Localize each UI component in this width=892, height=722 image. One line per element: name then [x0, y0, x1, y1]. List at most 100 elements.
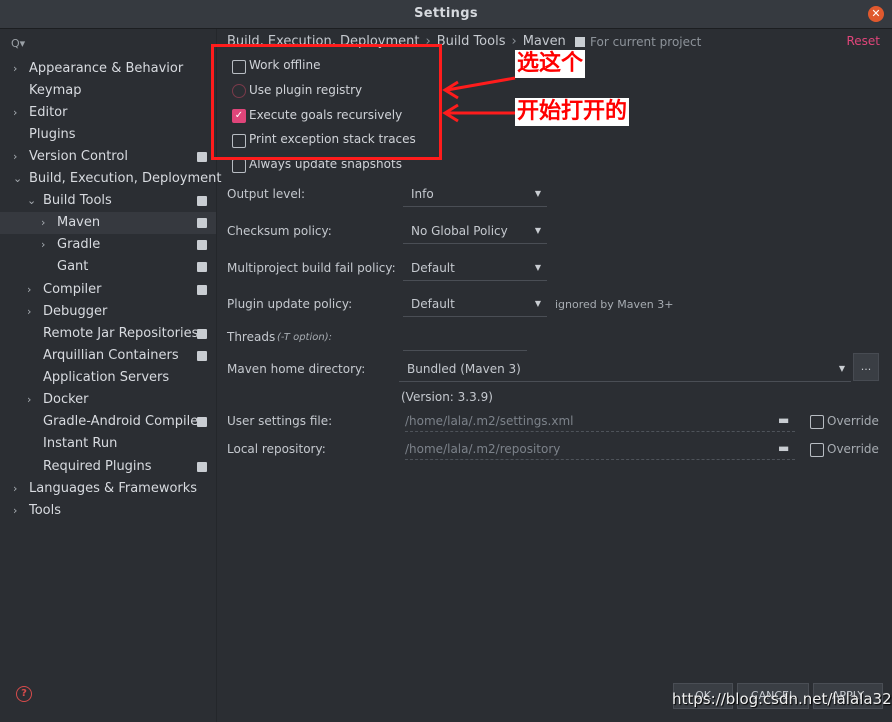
sidebar-item-maven[interactable]: › Maven — [0, 212, 216, 234]
sidebar-item-remote-jar-repositories[interactable]: Remote Jar Repositories — [0, 323, 216, 345]
search-field[interactable]: Q▾ — [11, 37, 201, 53]
collapse-arrow-icon[interactable]: ⌄ — [27, 190, 39, 212]
multiproject-fail-policy-value: Default — [411, 261, 455, 275]
close-window-button[interactable]: ✕ — [868, 6, 884, 22]
sidebar-item-label: Version Control — [29, 149, 128, 164]
checksum-policy-select[interactable]: No Global Policy ▼ — [403, 219, 547, 244]
expand-arrow-icon[interactable]: › — [27, 279, 39, 301]
breadcrumb-item: Build Tools — [436, 34, 506, 49]
multiproject-fail-policy-select[interactable]: Default ▼ — [403, 256, 547, 281]
sidebar-item-tools[interactable]: › Tools — [0, 500, 216, 522]
project-scope-icon — [197, 240, 207, 250]
sidebar-item-application-servers[interactable]: Application Servers — [0, 367, 216, 389]
project-scope-icon — [197, 351, 207, 361]
settings-sidebar: Q▾ › Appearance & Behavior Keymap › Edit… — [0, 29, 221, 722]
local-repository-label: Local repository: — [227, 442, 326, 456]
reset-link[interactable]: Reset — [846, 34, 880, 48]
sidebar-item-label: Maven — [57, 215, 101, 230]
maven-version-text: (Version: 3.3.9) — [401, 390, 493, 404]
expand-arrow-icon[interactable]: › — [13, 58, 25, 80]
maven-home-label: Maven home directory: — [227, 362, 366, 376]
project-scope-icon — [197, 329, 207, 339]
expand-arrow-icon[interactable]: › — [13, 500, 25, 522]
folder-icon[interactable]: ▬ — [778, 441, 789, 455]
folder-icon[interactable]: ▬ — [778, 413, 789, 427]
output-level-label: Output level: — [227, 187, 306, 201]
annotation-enabled-by-default: 开始打开的 — [515, 98, 630, 126]
sidebar-item-label: Application Servers — [43, 370, 170, 385]
dropdown-arrow-icon: ▼ — [534, 189, 541, 198]
collapse-arrow-icon[interactable]: ⌄ — [13, 168, 25, 190]
expand-arrow-icon[interactable]: › — [27, 301, 39, 323]
annotation-pick-this: 选这个 — [515, 50, 586, 78]
sidebar-item-debugger[interactable]: › Debugger — [0, 301, 216, 323]
dropdown-arrow-icon: ▼ — [534, 299, 541, 308]
breadcrumb-separator: › — [511, 34, 517, 49]
project-scope-icon — [197, 196, 207, 206]
threads-input[interactable] — [403, 326, 527, 351]
title-bar: Settings ✕ — [0, 0, 892, 29]
watermark-text: https://blog.csdn.net/lalala323 — [672, 690, 892, 708]
sidebar-item-languages-frameworks[interactable]: › Languages & Frameworks — [0, 478, 216, 500]
expand-arrow-icon[interactable]: › — [13, 478, 25, 500]
project-scope-icon — [197, 417, 207, 427]
maven-home-value: Bundled (Maven 3) — [407, 362, 521, 376]
help-icon[interactable]: ? — [16, 686, 32, 702]
expand-arrow-icon[interactable]: › — [27, 389, 39, 411]
plugin-update-policy-select[interactable]: Default ▼ — [403, 292, 547, 317]
breadcrumb-item: Maven — [522, 34, 566, 49]
sidebar-item-gradle[interactable]: › Gradle — [0, 234, 216, 256]
local-repository-override-checkbox[interactable] — [810, 443, 824, 457]
user-settings-label: User settings file: — [227, 414, 333, 428]
sidebar-item-label: Plugins — [29, 127, 76, 142]
sidebar-item-gant[interactable]: Gant — [0, 256, 216, 278]
checksum-policy-label: Checksum policy: — [227, 224, 332, 238]
sidebar-item-plugins[interactable]: Plugins — [0, 124, 216, 146]
sidebar-item-label: Gant — [57, 259, 89, 274]
sidebar-item-keymap[interactable]: Keymap — [0, 80, 216, 102]
project-scope-icon — [197, 262, 207, 272]
sidebar-item-required-plugins[interactable]: Required Plugins — [0, 456, 216, 478]
checksum-policy-value: No Global Policy — [411, 224, 508, 238]
expand-arrow-icon[interactable]: › — [13, 102, 25, 124]
dropdown-arrow-icon: ▼ — [534, 263, 541, 272]
sidebar-item-version-control[interactable]: › Version Control — [0, 146, 216, 168]
sidebar-item-label: Required Plugins — [43, 459, 152, 474]
sidebar-item-instant-run[interactable]: Instant Run — [0, 433, 216, 455]
sidebar-item-label: Instant Run — [43, 436, 118, 451]
sidebar-item-editor[interactable]: › Editor — [0, 102, 216, 124]
sidebar-item-label: Build, Execution, Deployment — [29, 171, 222, 186]
maven-home-select[interactable]: Bundled (Maven 3) ▼ — [399, 357, 851, 382]
project-scope-icon — [197, 218, 207, 228]
sidebar-item-label: Debugger — [43, 304, 108, 319]
local-repository-input[interactable]: /home/lala/.m2/repository — [405, 439, 795, 460]
expand-arrow-icon[interactable]: › — [41, 234, 53, 256]
output-level-select[interactable]: Info ▼ — [403, 182, 547, 207]
window-title: Settings — [414, 6, 478, 21]
multiproject-fail-policy-label: Multiproject build fail policy: — [227, 261, 396, 275]
sidebar-item-label: Gradle — [57, 237, 101, 252]
sidebar-item-docker[interactable]: › Docker — [0, 389, 216, 411]
user-settings-input[interactable]: /home/lala/.m2/settings.xml — [405, 411, 795, 432]
plugin-update-policy-value: Default — [411, 297, 455, 311]
sidebar-item-label: Build Tools — [43, 193, 112, 208]
sidebar-item-label: Arquillian Containers — [43, 348, 179, 363]
expand-arrow-icon[interactable]: › — [13, 146, 25, 168]
sidebar-item-arquillian-containers[interactable]: Arquillian Containers — [0, 345, 216, 367]
expand-arrow-icon[interactable]: › — [41, 212, 53, 234]
project-scope-text: For current project — [590, 35, 702, 49]
project-scope-label: For current project — [575, 35, 701, 49]
always-update-snapshots-checkbox[interactable] — [232, 159, 246, 173]
sidebar-item-label: Remote Jar Repositories — [43, 326, 199, 341]
project-scope-icon — [575, 37, 585, 47]
sidebar-item-label: Docker — [43, 392, 89, 407]
sidebar-item-label: Appearance & Behavior — [29, 61, 184, 76]
sidebar-item-compiler[interactable]: › Compiler — [0, 279, 216, 301]
sidebar-item-build-tools[interactable]: ⌄ Build Tools — [0, 190, 216, 212]
browse-maven-home-button[interactable]: ... — [853, 353, 879, 381]
sidebar-item-build-execution-deployment[interactable]: ⌄ Build, Execution, Deployment — [0, 168, 221, 190]
sidebar-item-gradle-android-compiler[interactable]: Gradle-Android Compiler — [0, 411, 216, 433]
user-settings-override-checkbox[interactable] — [810, 415, 824, 429]
sidebar-item-appearance-behavior[interactable]: › Appearance & Behavior — [0, 58, 216, 80]
output-level-value: Info — [411, 187, 434, 201]
